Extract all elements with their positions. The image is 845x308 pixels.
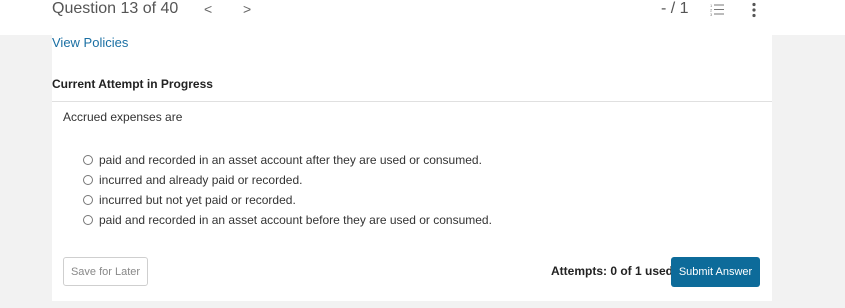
attempt-heading: Current Attempt in Progress (52, 77, 213, 91)
divider (52, 101, 772, 102)
numbered-list-icon[interactable]: 1 2 3 (710, 3, 724, 16)
radio-button[interactable] (83, 195, 93, 205)
save-for-later-button[interactable]: Save for Later (63, 257, 148, 286)
option-label: paid and recorded in an asset account be… (99, 213, 492, 227)
previous-question-button[interactable]: < (204, 1, 212, 17)
answer-option-4[interactable]: paid and recorded in an asset account be… (83, 210, 492, 230)
radio-button[interactable] (83, 215, 93, 225)
question-counter: Question 13 of 40 (52, 0, 179, 17)
question-text: Accrued expenses are (63, 110, 183, 124)
option-label: incurred but not yet paid or recorded. (99, 193, 296, 207)
attempts-counter: Attempts: 0 of 1 used (551, 264, 674, 278)
answer-option-3[interactable]: incurred but not yet paid or recorded. (83, 190, 492, 210)
svg-text:3: 3 (710, 12, 713, 16)
option-label: incurred and already paid or recorded. (99, 173, 303, 187)
vertical-ellipsis-icon[interactable] (751, 2, 757, 18)
radio-button[interactable] (83, 175, 93, 185)
submit-answer-button[interactable]: Submit Answer (671, 257, 760, 287)
answer-option-2[interactable]: incurred and already paid or recorded. (83, 170, 492, 190)
top-bar: Question 13 of 40 < > - / 1 1 2 3 (0, 0, 845, 35)
next-question-button[interactable]: > (243, 1, 251, 17)
answer-options: paid and recorded in an asset account af… (83, 150, 492, 230)
option-label: paid and recorded in an asset account af… (99, 153, 482, 167)
view-policies-link[interactable]: View Policies (52, 36, 128, 50)
score-display: - / 1 (661, 0, 689, 17)
radio-button[interactable] (83, 155, 93, 165)
question-panel: View Policies Current Attempt in Progres… (52, 35, 772, 301)
answer-option-1[interactable]: paid and recorded in an asset account af… (83, 150, 492, 170)
